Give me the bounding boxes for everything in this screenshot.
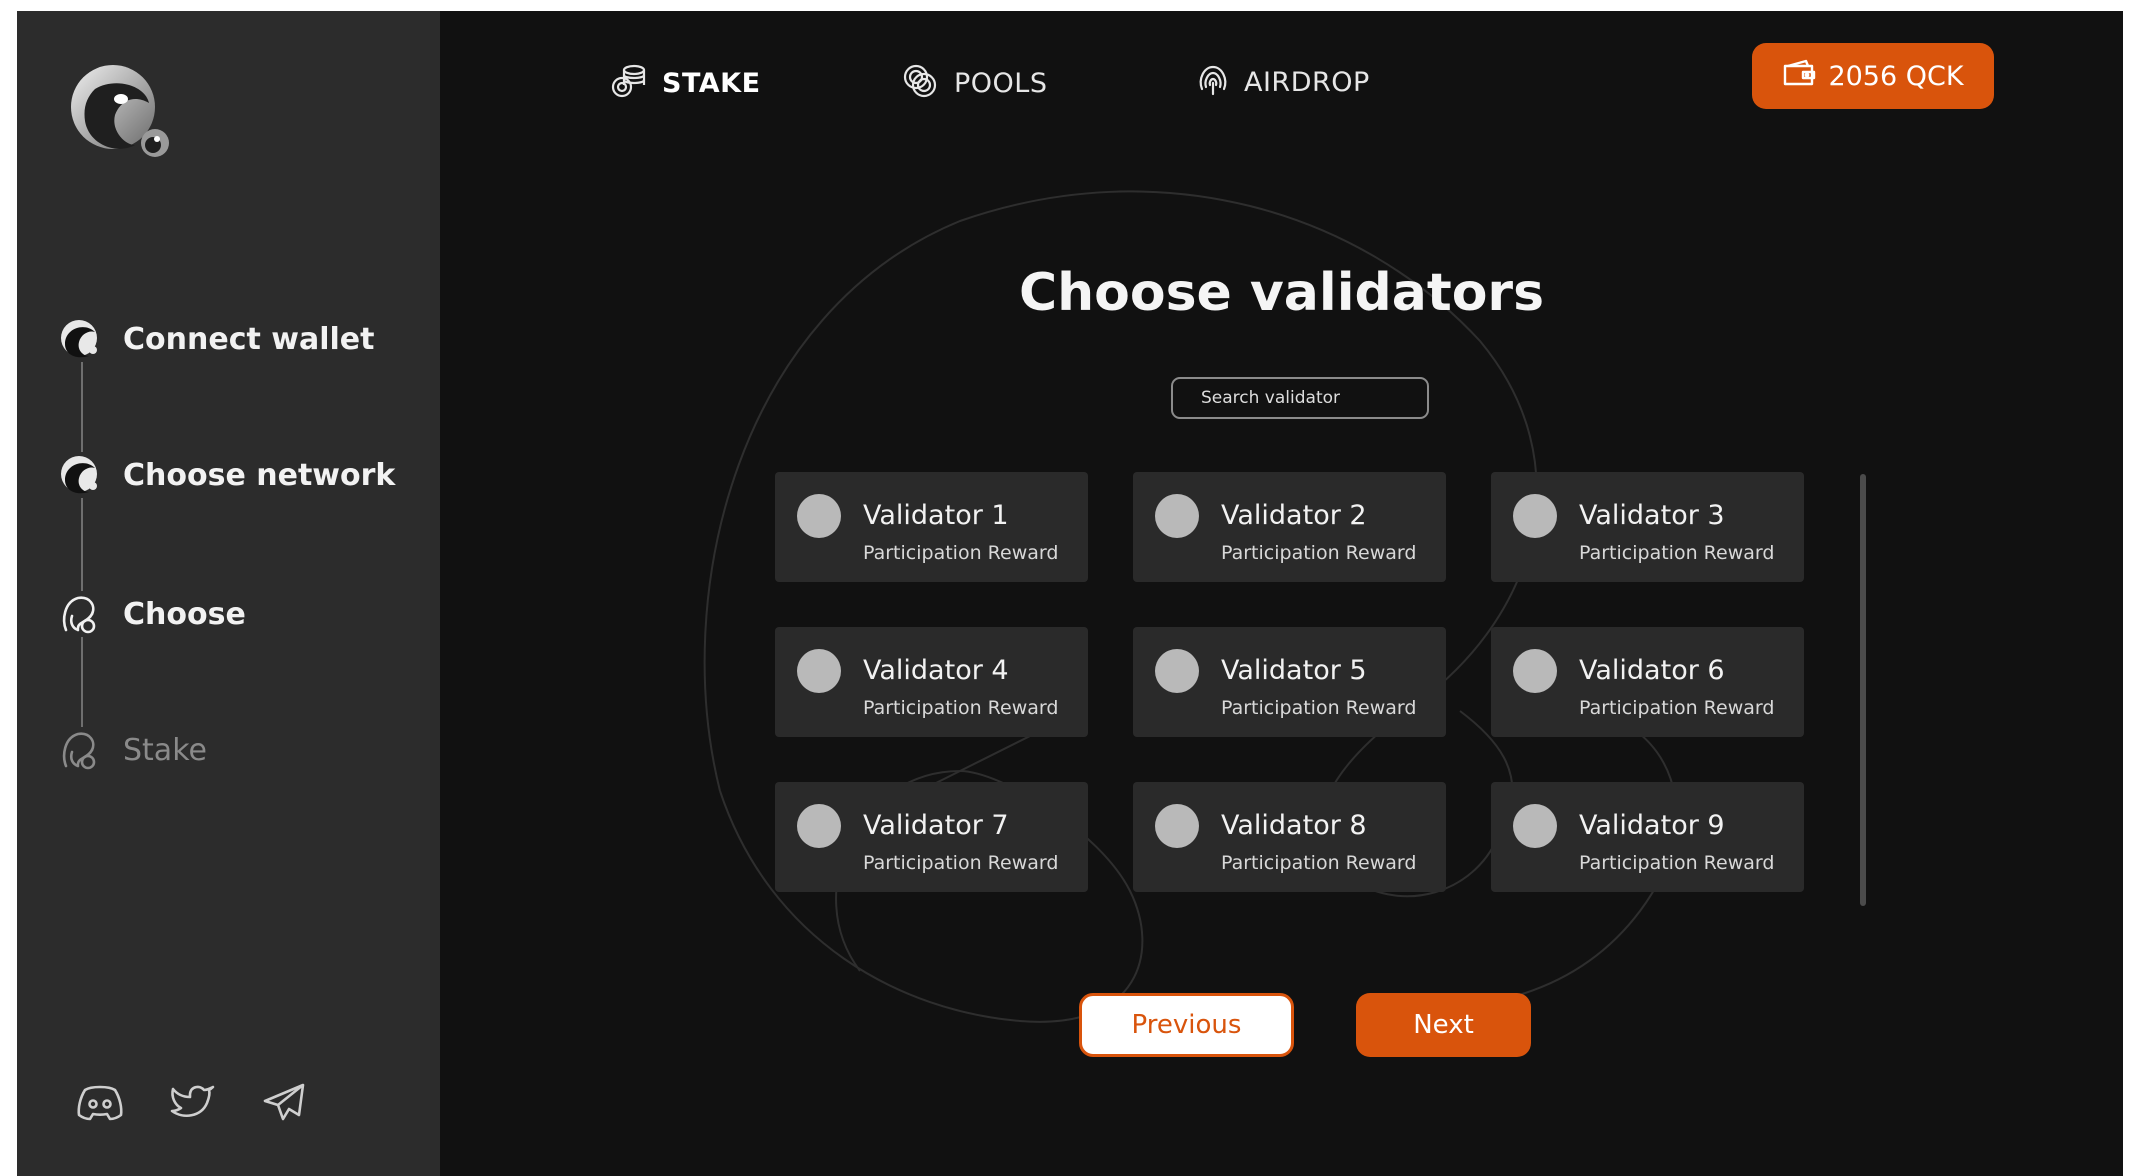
step-choose-network[interactable]: Choose network (57, 452, 395, 498)
twitter-icon[interactable] (169, 1081, 217, 1127)
validator-name: Validator 3 (1579, 500, 1725, 531)
validator-card[interactable]: Validator 5 Participation Reward (1133, 627, 1446, 737)
validator-reward-label: Participation Reward (1221, 542, 1417, 564)
nav-airdrop[interactable]: AIRDROP (1196, 63, 1370, 101)
validator-card[interactable]: Validator 6 Participation Reward (1491, 627, 1804, 737)
stake-coins-icon (610, 63, 648, 103)
page-title: Choose validators (1018, 263, 1545, 323)
social-links (75, 1081, 307, 1127)
step-done-icon (57, 316, 103, 362)
validator-reward-label: Participation Reward (863, 697, 1059, 719)
validator-reward-label: Participation Reward (1221, 852, 1417, 874)
validator-avatar (797, 804, 841, 848)
validator-avatar (1513, 649, 1557, 693)
wallet-balance: 2056 QCK (1828, 60, 1964, 92)
validator-reward-label: Participation Reward (863, 852, 1059, 874)
validator-avatar (1155, 649, 1199, 693)
validator-avatar (1513, 494, 1557, 538)
validator-reward-label: Participation Reward (863, 542, 1059, 564)
validator-name: Validator 4 (863, 655, 1009, 686)
step-pending-icon (57, 727, 103, 773)
validator-reward-label: Participation Reward (1221, 697, 1417, 719)
step-connect-wallet[interactable]: Connect wallet (57, 316, 374, 362)
step-current-icon (57, 591, 103, 637)
nav-label: POOLS (954, 67, 1048, 99)
validator-reward-label: Participation Reward (1579, 542, 1775, 564)
validator-reward-label: Participation Reward (1579, 697, 1775, 719)
validator-avatar (1155, 804, 1199, 848)
search-validator-input[interactable] (1171, 377, 1429, 419)
app-frame: Connect wallet Choose network Choose Sta… (17, 11, 2123, 1176)
validator-card[interactable]: Validator 7 Participation Reward (775, 782, 1088, 892)
validator-avatar (1155, 494, 1199, 538)
nav-label: AIRDROP (1244, 66, 1370, 98)
step-stake[interactable]: Stake (57, 727, 207, 773)
validator-card[interactable]: Validator 9 Participation Reward (1491, 782, 1804, 892)
wallet-balance-button[interactable]: 2056 QCK (1752, 43, 1994, 109)
pools-icon (902, 63, 940, 103)
validator-name: Validator 6 (1579, 655, 1725, 686)
discord-icon[interactable] (75, 1082, 125, 1126)
step-label: Stake (123, 732, 207, 768)
validator-card[interactable]: Validator 8 Participation Reward (1133, 782, 1446, 892)
validator-grid: Validator 1 Participation Reward Validat… (775, 472, 1804, 892)
airdrop-icon (1196, 63, 1230, 101)
validator-reward-label: Participation Reward (1579, 852, 1775, 874)
nav-label: STAKE (662, 67, 761, 99)
validator-name: Validator 8 (1221, 810, 1367, 841)
step-choose[interactable]: Choose (57, 591, 246, 637)
step-label: Choose network (123, 457, 396, 493)
validator-name: Validator 7 (863, 810, 1009, 841)
step-label: Choose (123, 596, 246, 632)
app-logo[interactable] (65, 59, 195, 183)
validator-card[interactable]: Validator 3 Participation Reward (1491, 472, 1804, 582)
nav-pools[interactable]: POOLS (902, 63, 1047, 103)
sidebar: Connect wallet Choose network Choose Sta… (17, 11, 440, 1176)
next-button[interactable]: Next (1356, 993, 1531, 1057)
steps-connector (81, 349, 83, 749)
validator-avatar (797, 494, 841, 538)
validator-card[interactable]: Validator 4 Participation Reward (775, 627, 1088, 737)
validator-name: Validator 1 (863, 500, 1009, 531)
step-done-icon (57, 452, 103, 498)
nav-stake[interactable]: STAKE (610, 63, 761, 103)
validator-name: Validator 9 (1579, 810, 1725, 841)
wallet-icon (1782, 58, 1816, 95)
previous-button[interactable]: Previous (1079, 993, 1294, 1057)
telegram-icon[interactable] (261, 1081, 307, 1127)
main-panel: STAKE POOLS AIRDROP 2056 QCK Choose vali… (440, 11, 2123, 1176)
validator-card[interactable]: Validator 1 Participation Reward (775, 472, 1088, 582)
validator-name: Validator 2 (1221, 500, 1367, 531)
validator-list-scrollbar[interactable] (1860, 474, 1866, 906)
validator-name: Validator 5 (1221, 655, 1367, 686)
validator-avatar (797, 649, 841, 693)
validator-avatar (1513, 804, 1557, 848)
step-label: Connect wallet (123, 321, 375, 357)
validator-card[interactable]: Validator 2 Participation Reward (1133, 472, 1446, 582)
